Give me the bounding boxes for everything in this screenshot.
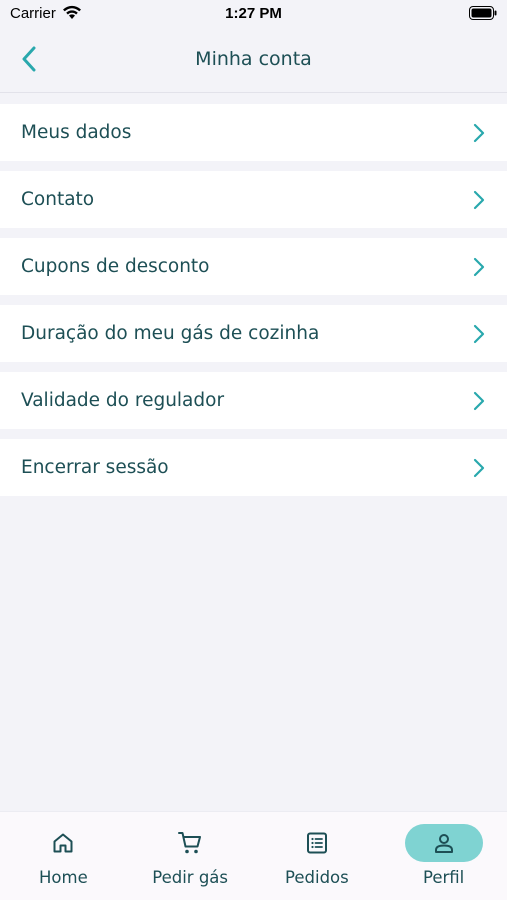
active-tab-indicator (404, 824, 483, 862)
menu-item-label: Validade do regulador (21, 390, 225, 411)
person-icon (434, 834, 453, 853)
menu-item-label: Cupons de desconto (21, 256, 210, 277)
menu-item-label: Contato (21, 189, 95, 210)
tab-label: Pedidos (285, 868, 349, 887)
tab-pedir-gas[interactable]: Pedir gás (127, 812, 254, 900)
chevron-right-icon (473, 123, 485, 142)
page-title: Minha conta (195, 48, 312, 70)
menu-item-label: Duração do meu gás de cozinha (21, 323, 320, 344)
menu-item-meus-dados[interactable]: Meus dados (0, 104, 507, 161)
chevron-right-icon (473, 190, 485, 209)
tab-bar: Home Pedir gás Pedidos Perfil (0, 811, 507, 900)
cart-icon (178, 832, 202, 854)
chevron-right-icon (473, 458, 485, 477)
chevron-right-icon (473, 324, 485, 343)
tab-label: Pedir gás (152, 868, 229, 887)
account-menu-list: Meus dados Contato Cupons de desconto Du… (0, 104, 507, 506)
tab-home[interactable]: Home (0, 812, 127, 900)
menu-item-label: Meus dados (21, 122, 132, 143)
tab-label: Home (39, 868, 88, 887)
tab-label: Perfil (422, 868, 465, 887)
status-time: 1:27 PM (225, 5, 282, 22)
menu-item-contato[interactable]: Contato (0, 171, 507, 228)
chevron-right-icon (473, 257, 485, 276)
home-icon (53, 833, 73, 853)
list-icon (306, 832, 327, 854)
menu-item-validade-do-regulador[interactable]: Validade do regulador (0, 372, 507, 429)
tab-pedidos[interactable]: Pedidos (254, 812, 381, 900)
menu-item-encerrar-sessao[interactable]: Encerrar sessão (0, 439, 507, 496)
navigation-bar: Minha conta (0, 30, 507, 93)
status-bar: Carrier 1:27 PM (0, 0, 507, 30)
menu-item-label: Encerrar sessão (21, 457, 169, 478)
battery-icon (469, 6, 497, 25)
menu-item-cupons-de-desconto[interactable]: Cupons de desconto (0, 238, 507, 295)
tab-perfil[interactable]: Perfil (380, 812, 507, 900)
chevron-right-icon (473, 391, 485, 410)
menu-item-duracao-do-gas[interactable]: Duração do meu gás de cozinha (0, 305, 507, 362)
